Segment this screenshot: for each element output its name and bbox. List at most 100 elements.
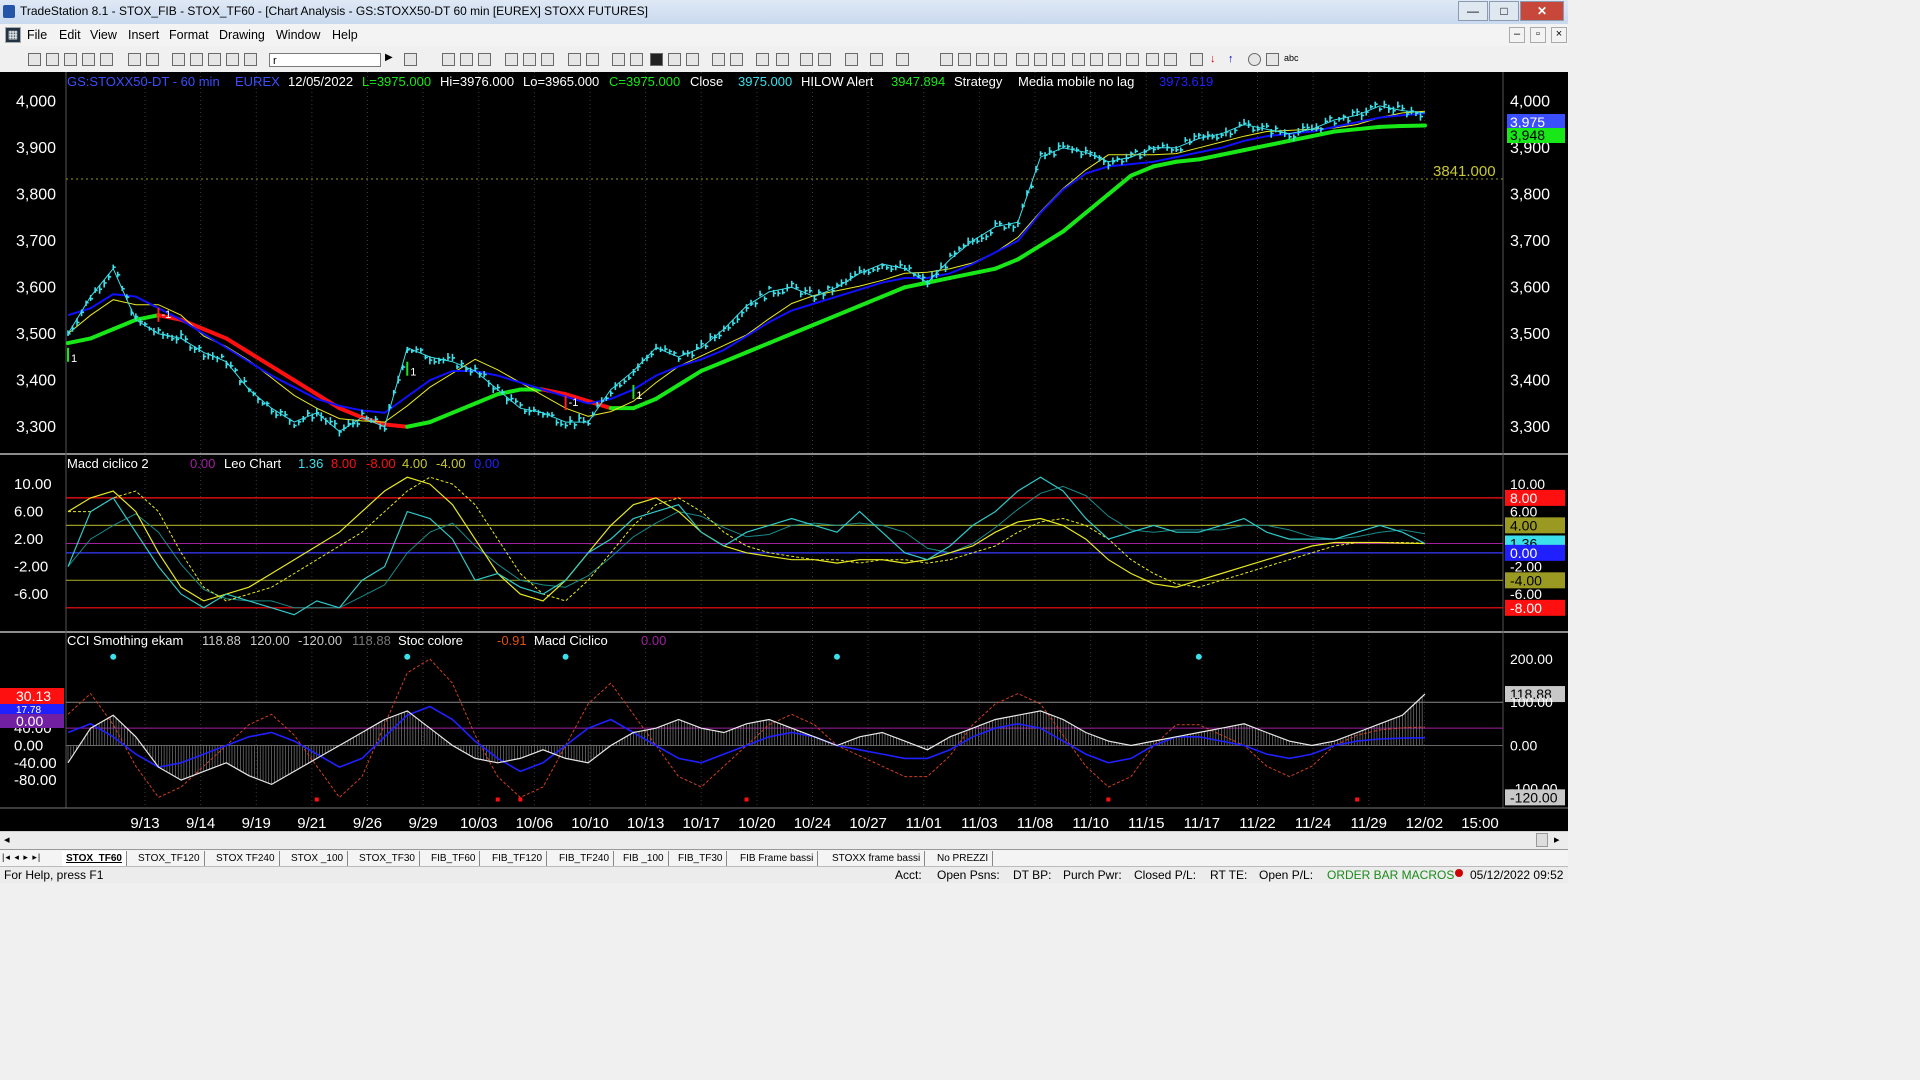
tab-fib-tf240[interactable]: FIB_TF240 bbox=[555, 851, 615, 866]
print-preview-icon[interactable] bbox=[146, 53, 159, 66]
menu-view[interactable]: View bbox=[90, 28, 117, 42]
hammer-icon[interactable] bbox=[845, 53, 858, 66]
tab-stox-tf30[interactable]: STOX_TF30 bbox=[355, 851, 420, 866]
horizontal-lines-icon[interactable] bbox=[976, 53, 989, 66]
menu-format[interactable]: Format bbox=[169, 28, 209, 42]
options-icon[interactable] bbox=[523, 53, 536, 66]
tab-stox-tf240[interactable]: STOX TF240 bbox=[212, 851, 280, 866]
candle-icon[interactable] bbox=[668, 53, 681, 66]
new-icon[interactable] bbox=[28, 53, 41, 66]
link-icon[interactable] bbox=[505, 53, 518, 66]
close-value: 3975.000 bbox=[738, 74, 792, 89]
up-arrow-icon[interactable]: ↑ bbox=[1228, 53, 1241, 66]
trendline-icon[interactable] bbox=[940, 53, 953, 66]
rectangle-icon[interactable] bbox=[1266, 53, 1279, 66]
print-icon[interactable] bbox=[128, 53, 141, 66]
chart-doc-icon[interactable]: ▦ bbox=[5, 27, 21, 43]
folder-icon[interactable] bbox=[100, 53, 113, 66]
symbol-lookup-icon[interactable] bbox=[404, 53, 417, 66]
tile-icon[interactable] bbox=[190, 53, 203, 66]
macd-v4: -8.00 bbox=[366, 456, 396, 471]
arc-icon[interactable] bbox=[1146, 53, 1159, 66]
help-text: For Help, press F1 bbox=[4, 868, 104, 882]
zoom-out-icon[interactable] bbox=[776, 53, 789, 66]
open-icon[interactable] bbox=[46, 53, 59, 66]
window-icon[interactable] bbox=[172, 53, 185, 66]
scroll-right-icon[interactable]: ▸ bbox=[1554, 833, 1560, 846]
tab-stox-tf60[interactable]: STOX_TF60 bbox=[62, 851, 127, 866]
minimize-button[interactable]: — bbox=[1458, 1, 1488, 21]
menu-insert[interactable]: Insert bbox=[128, 28, 159, 42]
channel-icon[interactable] bbox=[994, 53, 1007, 66]
pointer-icon[interactable] bbox=[800, 53, 813, 66]
open-pl-label: Open P/L: bbox=[1259, 868, 1314, 882]
scanner-icon[interactable] bbox=[541, 53, 554, 66]
menu-window[interactable]: Window bbox=[276, 28, 320, 42]
scroll-left-icon[interactable]: ◂ bbox=[4, 833, 10, 846]
horizontal-scrollbar[interactable]: ◂ ▸ bbox=[0, 831, 1568, 850]
matrix-icon[interactable] bbox=[478, 53, 491, 66]
arrows-icon[interactable] bbox=[1108, 53, 1121, 66]
mdi-minimize-icon[interactable]: – bbox=[1509, 27, 1525, 43]
arrow-right-icon[interactable]: ▶ bbox=[385, 52, 398, 65]
close-button[interactable]: ✕ bbox=[1520, 1, 1564, 21]
tab-fib-tf120[interactable]: FIB_TF120 bbox=[488, 851, 548, 866]
workspace-icon[interactable] bbox=[82, 53, 95, 66]
scroll-thumb[interactable] bbox=[1536, 833, 1548, 847]
maximize-button[interactable]: □ bbox=[1489, 1, 1519, 21]
hilow-segment bbox=[1174, 157, 1201, 164]
radar-icon[interactable] bbox=[460, 53, 473, 66]
andrews-icon[interactable] bbox=[1072, 53, 1085, 66]
compress-icon[interactable] bbox=[730, 53, 743, 66]
data-tip-icon[interactable] bbox=[818, 53, 831, 66]
vertical-lines-icon[interactable] bbox=[958, 53, 971, 66]
chart-area[interactable]: GS:STOXX50-DT - 60 min EUREX 12/05/2022 … bbox=[0, 72, 1568, 831]
space-icon[interactable] bbox=[712, 53, 725, 66]
tab-fib-tf30[interactable]: FIB_TF30 bbox=[674, 851, 728, 866]
gann-icon[interactable] bbox=[1034, 53, 1047, 66]
menu-edit[interactable]: Edit bbox=[59, 28, 81, 42]
cci-top-dot bbox=[110, 653, 117, 660]
regression-icon[interactable] bbox=[1090, 53, 1103, 66]
indicator-icon[interactable] bbox=[612, 53, 625, 66]
strategy-icon[interactable] bbox=[630, 53, 643, 66]
macro-icon[interactable] bbox=[870, 53, 883, 66]
tab-nav-icons[interactable]: |◂ ◂ ▸ ▸| bbox=[2, 852, 41, 863]
save-icon[interactable] bbox=[64, 53, 77, 66]
tab-stoxx-frame-bassi[interactable]: STOXX frame bassi bbox=[828, 851, 926, 866]
globe-icon[interactable] bbox=[244, 53, 257, 66]
tab-fib-frame-bassi[interactable]: FIB Frame bassi bbox=[736, 851, 819, 866]
zoom-in-icon[interactable] bbox=[756, 53, 769, 66]
ray-icon[interactable] bbox=[1190, 53, 1203, 66]
ellipse-icon[interactable] bbox=[1248, 53, 1261, 66]
parallel-icon[interactable] bbox=[1126, 53, 1139, 66]
tab-no-prezzi[interactable]: No PREZZI bbox=[933, 851, 994, 866]
mdi-restore-icon[interactable]: ▫ bbox=[1530, 27, 1546, 43]
lock-icon[interactable] bbox=[208, 53, 221, 66]
pencil-icon[interactable] bbox=[1164, 53, 1177, 66]
speed-lines-icon[interactable] bbox=[1052, 53, 1065, 66]
tab-fib-tf60[interactable]: FIB_TF60 bbox=[427, 851, 481, 866]
report-icon[interactable] bbox=[568, 53, 581, 66]
down-arrow-icon[interactable]: ↓ bbox=[1210, 53, 1223, 66]
menu-drawing[interactable]: Drawing bbox=[219, 28, 265, 42]
order-bar-macros[interactable]: ORDER BAR MACROS bbox=[1327, 868, 1454, 882]
menu-help[interactable]: Help bbox=[332, 28, 358, 42]
chart-icon[interactable] bbox=[442, 53, 455, 66]
menu-file[interactable]: File bbox=[27, 28, 47, 42]
mdi-close-icon[interactable]: × bbox=[1551, 27, 1567, 43]
hilow-price-label: 3,948 bbox=[1510, 127, 1545, 143]
bar-chart-icon[interactable] bbox=[650, 53, 663, 66]
tab-stox-100[interactable]: STOX _100 bbox=[287, 851, 349, 866]
cci-top-dot bbox=[562, 653, 569, 660]
symbol-input[interactable]: r bbox=[269, 53, 381, 67]
tools-icon[interactable] bbox=[226, 53, 239, 66]
tab-stox-tf120[interactable]: STOX_TF120 bbox=[134, 851, 205, 866]
portfolio-icon[interactable] bbox=[586, 53, 599, 66]
bars-icon[interactable] bbox=[686, 53, 699, 66]
template-icon[interactable] bbox=[896, 53, 909, 66]
macd-v5: 4.00 bbox=[402, 456, 427, 471]
text-icon[interactable]: abc bbox=[1284, 53, 1299, 66]
tab-fib-100[interactable]: FIB _100 bbox=[619, 851, 669, 866]
fib-icon[interactable] bbox=[1016, 53, 1029, 66]
